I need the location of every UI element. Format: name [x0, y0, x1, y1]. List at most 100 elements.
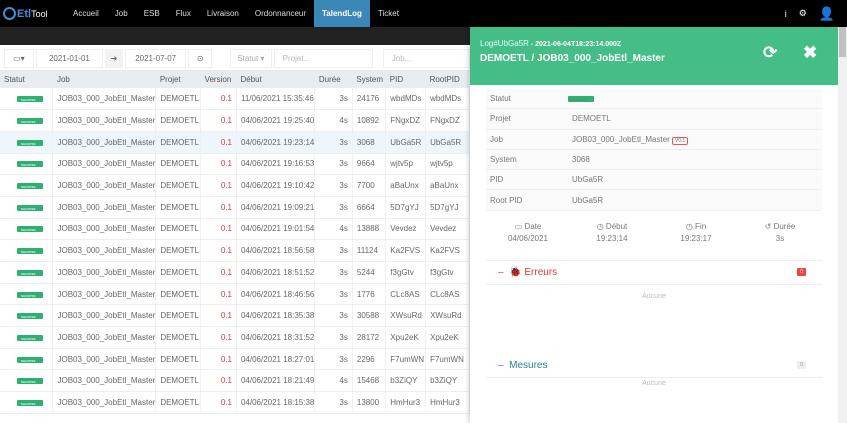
measures-section-header[interactable]: – Mesures 0: [486, 354, 822, 378]
close-icon[interactable]: ✖: [803, 43, 817, 63]
status-cell: success: [0, 218, 54, 241]
table-row[interactable]: success JOB03_000_JobEtl_Master DEMOETL 0.1…: [0, 196, 470, 219]
cell-version: 0.1: [200, 369, 237, 393]
cell-job: JOB03_000_JobEtl_Master: [52, 348, 157, 371]
cell-system: 24176: [352, 88, 387, 111]
refresh-icon[interactable]: ⟳: [763, 43, 777, 63]
table-row[interactable]: success JOB03_000_JobEtl_Master DEMOETL 0.1…: [0, 153, 470, 176]
nav-accueil[interactable]: Accueil: [65, 0, 107, 27]
cell-system: 28172: [352, 326, 387, 349]
status-cell: success: [0, 283, 54, 306]
collapse-icon: –: [498, 266, 510, 278]
table-row[interactable]: success JOB03_000_JobEtl_Master DEMOETL 0.1…: [0, 109, 470, 132]
cell-durée: 3s: [314, 348, 353, 371]
table-row[interactable]: success JOB03_000_JobEtl_Master DEMOETL 0.1…: [0, 131, 470, 154]
gear-icon[interactable]: ⚙: [799, 8, 807, 19]
cell-projet: DEMOETL: [155, 109, 202, 132]
user-icon[interactable]: 👤: [819, 6, 835, 22]
table-row[interactable]: success JOB03_000_JobEtl_Master DEMOETL 0.1…: [0, 304, 470, 328]
status-cell: success: [0, 239, 54, 262]
column-header-system[interactable]: System: [352, 70, 386, 88]
detail-row-pid: PID UbGa5R: [486, 170, 822, 191]
cell-job: JOB03_000_JobEtl_Master: [52, 283, 157, 306]
column-header-durée[interactable]: Durée: [314, 70, 353, 88]
cell-projet: DEMOETL: [155, 131, 202, 154]
cell-rootpid: 5D7gYJ: [425, 196, 470, 219]
cell-pid: b3ZiQY: [385, 369, 427, 393]
panel-scrollbar[interactable]: [838, 27, 847, 423]
cell-projet: DEMOETL: [155, 283, 202, 306]
cell-rootpid: f3gGtv: [425, 261, 470, 284]
job-input[interactable]: Job...: [382, 48, 471, 68]
table-row[interactable]: success JOB03_000_JobEtl_Master DEMOETL 0.1…: [0, 88, 470, 111]
logo-icon: [3, 7, 16, 20]
cell-version: 0.1: [200, 326, 237, 349]
cell-durée: 3s: [314, 283, 353, 306]
column-header-pid[interactable]: PID: [385, 70, 426, 88]
nav-ticket[interactable]: Ticket: [370, 0, 407, 27]
status-badge: success: [17, 399, 43, 406]
nav-job[interactable]: Job: [107, 0, 136, 27]
log-id: Log#UbGa5R: [480, 39, 529, 48]
table-row[interactable]: success JOB03_000_JobEtl_Master DEMOETL 0.1…: [0, 348, 470, 371]
cell-version: 0.1: [200, 283, 237, 306]
table-row[interactable]: success JOB03_000_JobEtl_Master DEMOETL 0.1…: [0, 261, 470, 284]
status-badge: success: [17, 118, 43, 125]
statut-dropdown[interactable]: Statut ▾: [230, 48, 272, 68]
cell-version: 0.1: [200, 348, 237, 371]
nav-livraison[interactable]: Livraison: [199, 0, 247, 27]
errors-section-header[interactable]: – 🐞 Erreurs 0: [486, 261, 822, 285]
nav-ordonnanceur[interactable]: Ordonnanceur: [247, 0, 314, 27]
status-badge: success: [17, 226, 43, 233]
cell-job: JOB03_000_JobEtl_Master: [52, 131, 157, 154]
cell-pid: FNgxDZ: [385, 109, 427, 132]
date-from-input[interactable]: 2021-01-01: [35, 48, 104, 68]
table-row[interactable]: success JOB03_000_JobEtl_Master DEMOETL 0.1…: [0, 218, 470, 241]
column-header-version[interactable]: Version: [200, 70, 237, 88]
cell-version: 0.1: [200, 304, 237, 328]
cell-rootpid: wbdMDs: [425, 88, 470, 111]
cell-version: 0.1: [200, 261, 237, 284]
clock-button[interactable]: ⊙: [188, 48, 213, 68]
log-detail-panel: Log#UbGa5R - 2021-06-04T18:23:14.000Z DE…: [470, 27, 838, 423]
cell-projet: DEMOETL: [155, 369, 202, 393]
cell-job: JOB03_000_JobEtl_Master: [52, 391, 157, 414]
cell-début: 04/06/2021 19:01:54: [236, 218, 316, 241]
column-header-job[interactable]: Job: [52, 70, 156, 88]
cell-projet: DEMOETL: [155, 391, 202, 414]
column-header-rootpid[interactable]: RootPID: [425, 70, 470, 88]
cell-début: 11/06/2021 15:35:46: [236, 88, 316, 111]
status-cell: success: [0, 261, 54, 284]
calendar-dropdown[interactable]: ▭▾: [4, 48, 34, 68]
detail-row-job: Job JOB03_000_JobEtl_Master V0.1: [486, 129, 822, 150]
table-row[interactable]: success JOB03_000_JobEtl_Master DEMOETL 0.1…: [0, 239, 470, 262]
log-timestamp: - 2021-06-04T18:23:14.000Z: [528, 41, 622, 48]
cell-pid: wbdMDs: [385, 88, 427, 111]
status-cell: success: [0, 348, 54, 371]
status-badge: success: [17, 356, 43, 363]
date-to-input[interactable]: 2021-07-07: [124, 48, 187, 68]
cell-durée: 3s: [314, 88, 353, 111]
table-row[interactable]: success JOB03_000_JobEtl_Master DEMOETL 0.1…: [0, 326, 470, 349]
measures-count: 0: [797, 361, 806, 370]
table-row[interactable]: success JOB03_000_JobEtl_Master DEMOETL 0.1…: [0, 369, 470, 393]
detail-label: System: [490, 155, 517, 165]
column-header-projet[interactable]: Projet: [155, 70, 201, 88]
history-icon: ↺: [764, 221, 772, 231]
table-row[interactable]: success JOB03_000_JobEtl_Master DEMOETL 0.1…: [0, 174, 470, 197]
status-badge: success: [17, 269, 43, 276]
table-row[interactable]: success JOB03_000_JobEtl_Master DEMOETL 0.1…: [0, 391, 470, 414]
nav-flux[interactable]: Flux: [168, 0, 199, 27]
status-cell: success: [0, 88, 54, 111]
projet-input[interactable]: Projet...: [273, 48, 373, 68]
time-label: Début: [605, 221, 628, 231]
nav-esb[interactable]: ESB: [136, 0, 168, 27]
column-header-statut[interactable]: Statut: [0, 70, 53, 88]
table-row[interactable]: success JOB03_000_JobEtl_Master DEMOETL 0.1…: [0, 283, 470, 306]
logo[interactable]: Etl Tool: [3, 7, 65, 20]
detail-text: 3068: [572, 155, 590, 165]
status-badge: success: [17, 313, 43, 320]
column-header-début[interactable]: Début: [236, 70, 315, 88]
info-icon[interactable]: i: [785, 9, 787, 19]
nav-talendlog[interactable]: TalendLog: [314, 0, 370, 27]
